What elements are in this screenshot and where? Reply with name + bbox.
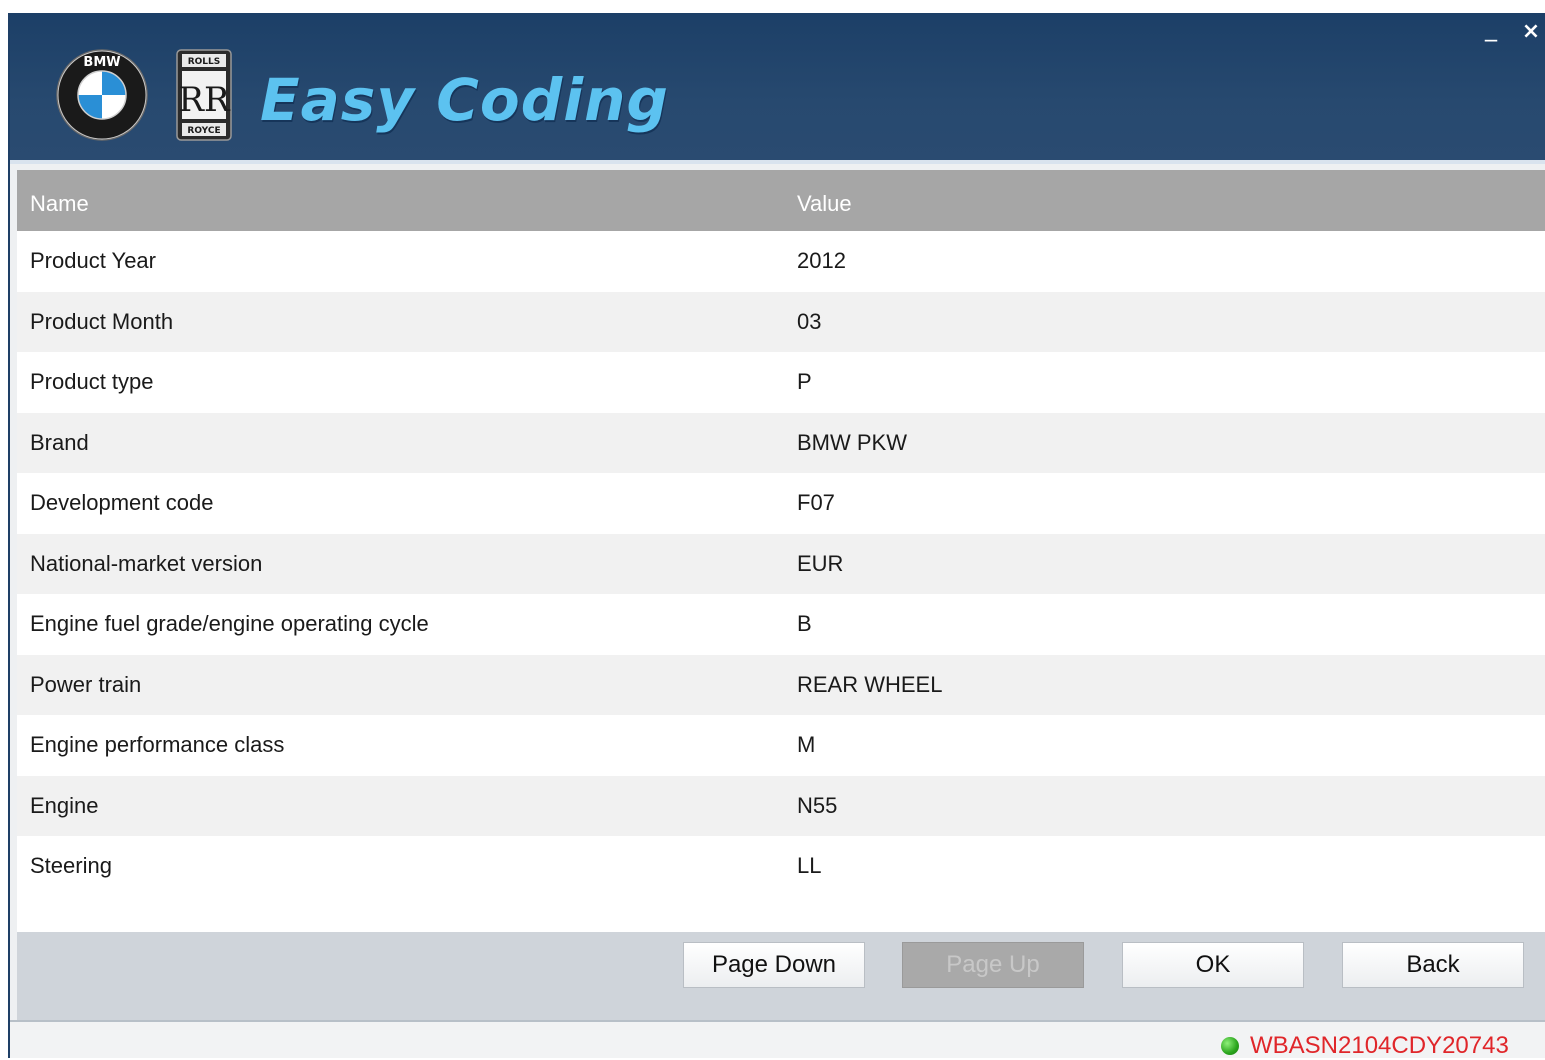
header-divider [10,160,1545,164]
table-row[interactable]: National-market version EUR [17,533,1545,594]
table-row[interactable]: Engine N55 [17,775,1545,836]
back-button[interactable]: Back [1342,942,1524,988]
row-value: REAR WHEEL [797,671,943,697]
row-name: Engine [30,792,99,818]
rr-logo-bottom-text: ROYCE [187,126,220,136]
rolls-royce-logo: ROLLS RR ROYCE [176,49,232,141]
minimize-button[interactable]: _ [1478,16,1504,45]
app-header: BMW ROLLS RR ROYCE Easy Coding _ × [10,13,1545,160]
table-row[interactable]: Power train REAR WHEEL [17,654,1545,715]
table-row[interactable]: Steering LL [17,836,1545,897]
row-name: Product Year [30,248,156,273]
table-row[interactable]: Brand BMW PKW [17,412,1545,473]
button-bar: Page Down Page Up OK Back [17,932,1545,1020]
row-value: F07 [797,490,835,515]
row-value: LL [797,853,822,878]
column-header-value: Value [797,191,852,216]
row-value: B [797,611,812,636]
vin-label: WBASN2104CDY20743 [1250,1032,1509,1059]
table-header: Name Value [17,170,1545,231]
row-value: 03 [797,308,822,334]
table-row[interactable]: Engine performance class M [17,715,1545,776]
status-bar: WBASN2104CDY20743 [10,1022,1545,1059]
rr-logo-monogram: RR [178,80,231,120]
row-name: Engine performance class [30,732,285,757]
row-name: Brand [30,429,89,455]
easy-coding-logo-text: Easy Coding [260,66,669,134]
bmw-logo: BMW [56,49,148,141]
row-value: M [797,732,816,757]
page-up-button[interactable]: Page Up [902,942,1084,988]
bmw-logo-text: BMW [83,55,120,70]
page-down-button[interactable]: Page Down [683,942,865,988]
vehicle-info-table: Name Value Product Year 2012 Product Mont… [17,170,1545,932]
row-name: Steering [30,853,112,878]
row-name: Development code [30,490,214,515]
row-name: Power train [30,671,142,697]
row-name: Product type [30,369,154,394]
table-row[interactable]: Development code F07 [17,473,1545,534]
row-value: P [797,369,812,394]
table-row[interactable]: Engine fuel grade/engine operating cycle… [17,594,1545,655]
ok-button[interactable]: OK [1122,942,1304,988]
close-button[interactable]: × [1518,19,1544,45]
table-row[interactable]: Product type P [17,352,1545,413]
table-row[interactable]: Product Year 2012 [17,231,1545,292]
connection-status-icon [1221,1037,1239,1055]
row-value: EUR [797,550,844,576]
rr-logo-top-text: ROLLS [188,57,221,67]
column-header-name: Name [30,191,89,216]
table-row[interactable]: Product Month 03 [17,291,1545,352]
table-body: Product Year 2012 Product Month 03 Product… [17,231,1545,897]
easy-coding-window: BMW ROLLS RR ROYCE Easy Coding _ × Name … [8,13,1545,1059]
row-name: National-market version [30,550,263,576]
row-name: Product Month [30,308,174,334]
row-value: N55 [797,792,838,818]
row-value: 2012 [797,248,846,273]
row-value: BMW PKW [797,429,907,455]
row-name: Engine fuel grade/engine operating cycle [30,611,429,636]
